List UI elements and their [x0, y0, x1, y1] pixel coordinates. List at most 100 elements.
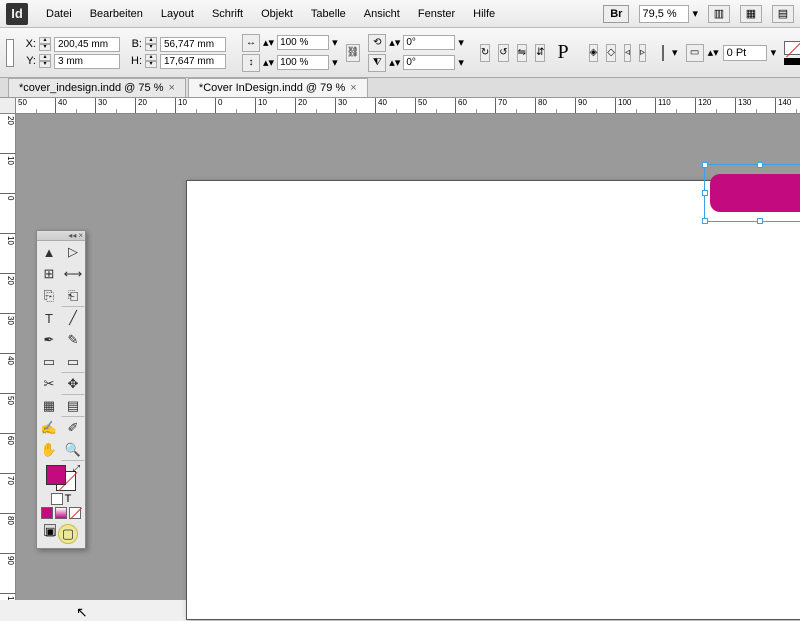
- note-tool[interactable]: ✍: [37, 417, 61, 439]
- ruler-tick: 30: [96, 98, 136, 113]
- stroke-style-preview[interactable]: [784, 58, 800, 65]
- stroke-color-swatch[interactable]: [784, 41, 800, 55]
- free-transform-tool[interactable]: ✥: [61, 373, 85, 395]
- width-field[interactable]: [160, 37, 226, 52]
- workspace: 5040302010010203040506070809010011012013…: [0, 98, 800, 600]
- gradient-swatch-tool[interactable]: ▦: [37, 395, 61, 417]
- flip-horizontal-icon[interactable]: ⇋: [517, 44, 527, 62]
- x-field[interactable]: [54, 37, 120, 52]
- workspace-switcher-icon[interactable]: ▤: [772, 5, 794, 23]
- zoom-field[interactable]: [639, 5, 689, 23]
- scale-y-field[interactable]: [277, 55, 329, 70]
- direct-selection-tool[interactable]: ▷: [61, 241, 85, 263]
- selection-frame: [704, 164, 800, 222]
- stroke-weight-field[interactable]: [723, 45, 767, 61]
- reference-point-grid[interactable]: [6, 39, 14, 67]
- document-tab-1[interactable]: *cover_indesign.indd @ 75 %×: [8, 78, 186, 97]
- fill-dropdown-icon[interactable]: ▾: [672, 46, 678, 59]
- ruler-origin[interactable]: [0, 98, 16, 114]
- rectangle-frame-tool[interactable]: ▭: [37, 351, 61, 373]
- canvas[interactable]: [16, 114, 800, 600]
- zoom-dropdown-icon[interactable]: ▾: [692, 7, 698, 20]
- bridge-button[interactable]: Br: [603, 5, 629, 23]
- page-tool[interactable]: ⊞: [37, 263, 61, 285]
- menu-file[interactable]: Datei: [38, 4, 80, 24]
- ruler-tick: 110: [656, 98, 696, 113]
- apply-color-icon[interactable]: [41, 507, 53, 519]
- preview-mode-icon[interactable]: ▢: [58, 524, 78, 544]
- hand-tool[interactable]: ✋: [37, 439, 61, 461]
- menu-layout[interactable]: Layout: [153, 4, 202, 24]
- rotate-90-cw-icon[interactable]: ↻: [480, 44, 490, 62]
- scissors-tool[interactable]: ✂: [37, 373, 61, 395]
- scale-y-icon: ↕: [242, 54, 260, 72]
- arrange-documents-icon[interactable]: ▦: [740, 5, 762, 23]
- menu-table[interactable]: Tabelle: [303, 4, 354, 24]
- content-collector[interactable]: ⎘: [37, 285, 61, 307]
- content-placer[interactable]: ⎗: [61, 285, 85, 307]
- shear-field[interactable]: [403, 55, 455, 70]
- ruler-tick: 0: [216, 98, 256, 113]
- menu-window[interactable]: Fenster: [410, 4, 463, 24]
- swap-fill-stroke-icon[interactable]: ⤢: [73, 463, 80, 474]
- x-label: X:: [22, 38, 36, 50]
- select-content-icon[interactable]: ◇: [606, 44, 616, 62]
- line-tool[interactable]: ╱: [61, 307, 85, 329]
- tools-panel[interactable]: ◂◂× ▲▷⊞⟷⎘⎗T╱✒✎▭▭✂✥▦▤✍✐✋🔍 ⤢ T ▣ ▢: [36, 230, 86, 549]
- ruler-tick: 50: [16, 98, 56, 113]
- close-icon[interactable]: ×: [350, 82, 356, 94]
- ruler-tick: 60: [0, 434, 15, 474]
- height-field[interactable]: [160, 54, 226, 69]
- flip-vertical-icon[interactable]: ⇵: [535, 44, 545, 62]
- pen-tool[interactable]: ✒: [37, 329, 61, 351]
- horizontal-ruler[interactable]: 5040302010010203040506070809010011012013…: [16, 98, 800, 114]
- ruler-tick: 10: [176, 98, 216, 113]
- cursor-icon: ↖: [76, 604, 88, 621]
- ruler-tick: 20: [136, 98, 176, 113]
- rotation-field[interactable]: [403, 35, 455, 50]
- y-field[interactable]: [54, 54, 120, 69]
- fill-stroke-proxy[interactable]: ⤢: [46, 465, 76, 491]
- screen-mode-icon[interactable]: ▥: [708, 5, 730, 23]
- ruler-tick: 90: [576, 98, 616, 113]
- ruler-tick: 20: [296, 98, 336, 113]
- constrain-icon[interactable]: ⛓: [346, 44, 361, 62]
- selection-tool[interactable]: ▲: [37, 241, 61, 263]
- gradient-feather-tool[interactable]: ▤: [61, 395, 85, 417]
- normal-view-icon[interactable]: ▣: [44, 524, 56, 536]
- close-icon[interactable]: ×: [168, 82, 174, 94]
- menu-object[interactable]: Objekt: [253, 4, 301, 24]
- gap-tool[interactable]: ⟷: [61, 263, 85, 285]
- apply-none-icon[interactable]: [69, 507, 81, 519]
- ruler-tick: 20: [0, 274, 15, 314]
- ruler-tick: 50: [416, 98, 456, 113]
- select-prev-icon[interactable]: ◃: [624, 44, 631, 62]
- ruler-tick: 80: [536, 98, 576, 113]
- formatting-text-icon[interactable]: T: [65, 493, 72, 505]
- menu-type[interactable]: Schrift: [204, 4, 251, 24]
- tools-panel-header[interactable]: ◂◂×: [37, 231, 85, 241]
- apply-gradient-icon[interactable]: [55, 507, 67, 519]
- ruler-tick: 70: [496, 98, 536, 113]
- eyedropper-tool[interactable]: ✐: [61, 417, 85, 439]
- select-next-icon[interactable]: ▹: [639, 44, 646, 62]
- fill-color-swatch[interactable]: [662, 45, 664, 61]
- type-tool[interactable]: T: [37, 307, 61, 329]
- scale-x-icon: ↔: [242, 34, 260, 52]
- scale-x-field[interactable]: [277, 35, 329, 50]
- vertical-ruler[interactable]: 20100102030405060708090100110120: [0, 114, 16, 600]
- default-fill-stroke-icon[interactable]: [51, 493, 63, 505]
- document-page[interactable]: [186, 180, 800, 620]
- rotate-90-ccw-icon[interactable]: ↺: [498, 44, 508, 62]
- select-container-icon[interactable]: ◈: [589, 44, 599, 62]
- pencil-tool[interactable]: ✎: [61, 329, 85, 351]
- document-tab-2[interactable]: *Cover InDesign.indd @ 79 %×: [188, 78, 368, 97]
- app-logo: Id: [6, 3, 28, 25]
- menu-help[interactable]: Hilfe: [465, 4, 503, 24]
- ruler-tick: 10: [0, 234, 15, 274]
- rectangle-tool[interactable]: ▭: [61, 351, 85, 373]
- zoom-tool[interactable]: 🔍: [61, 439, 85, 461]
- menu-view[interactable]: Ansicht: [356, 4, 408, 24]
- menu-edit[interactable]: Bearbeiten: [82, 4, 151, 24]
- menu-bar: Id Datei Bearbeiten Layout Schrift Objek…: [0, 0, 800, 28]
